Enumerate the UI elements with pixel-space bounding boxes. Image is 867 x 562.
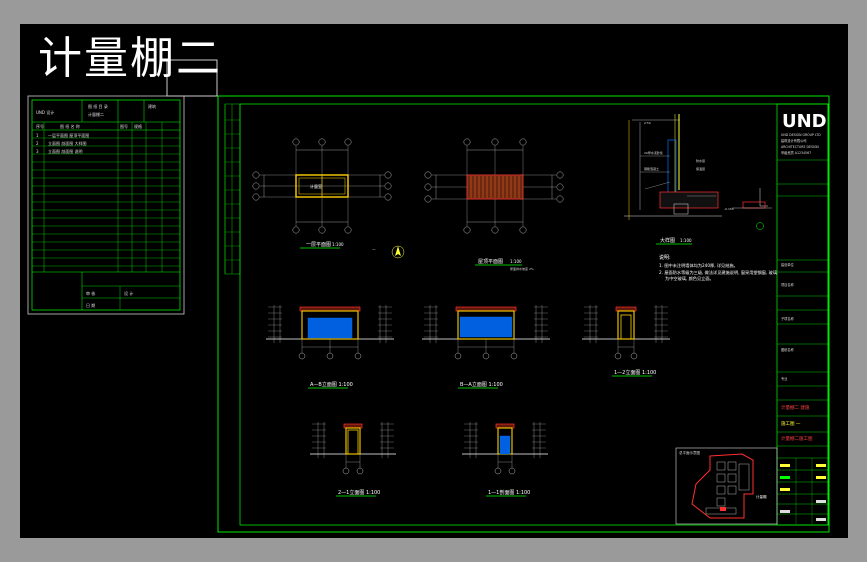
- svg-text:计量棚二: 计量棚二: [88, 111, 104, 117]
- elevation-b: B—A立面图 1:100: [422, 305, 550, 389]
- svg-text:子项名称: 子项名称: [781, 316, 795, 321]
- svg-text:—: —: [372, 247, 376, 251]
- plan1-label: 一层平面图: [306, 242, 331, 248]
- key-plan: 总平面示意图 计量棚: [675, 447, 778, 525]
- svg-text:防水层: 防水层: [696, 158, 705, 163]
- svg-text:1. 图中未注明墙体均为240厚, 详见结施。: 1. 图中未注明墙体均为240厚, 详见结施。: [659, 262, 738, 269]
- svg-text:-0.150: -0.150: [724, 207, 734, 211]
- svg-text:钢筋混凝土: 钢筋混凝土: [644, 166, 659, 171]
- svg-text:20厚水泥砂浆: 20厚水泥砂浆: [644, 150, 663, 155]
- svg-text:UND 设计: UND 设计: [36, 109, 54, 115]
- svg-text:1:100: 1:100: [332, 242, 344, 247]
- svg-text:UND DESIGN GROUP LTD: UND DESIGN GROUP LTD: [781, 133, 821, 137]
- title-block: UND UND DESIGN GROUP LTD 建筑设计有限公司 ARCHIT…: [776, 103, 829, 526]
- svg-text:1:100: 1:100: [680, 238, 692, 243]
- elevation-a: A—B立面图 1:100: [266, 305, 394, 389]
- svg-text:设 计: 设 计: [124, 290, 133, 296]
- detail-section: 大样图 1:100 2:50 20厚水泥砂浆 钢筋混凝土 防水层 保温层 -0.…: [624, 114, 777, 282]
- svg-text:计量室: 计量室: [310, 183, 322, 189]
- svg-text:图号: 图号: [120, 123, 128, 129]
- svg-text:甲级资质 A1234567: 甲级资质 A1234567: [781, 150, 811, 155]
- svg-text:3: 3: [36, 149, 39, 154]
- plan-2: 屋顶平面图 1:100 屋面排水坡度 2%: [424, 138, 564, 271]
- svg-text:立面图 剖面图 大样图: 立面图 剖面图 大样图: [48, 140, 87, 146]
- title-box: [166, 59, 218, 97]
- svg-text:2:50: 2:50: [644, 121, 651, 125]
- detail-label: 大样图: [660, 237, 675, 244]
- svg-text:1:100: 1:100: [510, 259, 522, 264]
- svg-text:专业: 专业: [781, 376, 787, 381]
- svg-text:1—2立面图 1:100: 1—2立面图 1:100: [614, 369, 656, 376]
- plan-1: 计量室 一层平面图 1:100 —: [252, 138, 405, 259]
- svg-text:规格: 规格: [134, 123, 142, 129]
- svg-text:1—1剖面图 1:100: 1—1剖面图 1:100: [488, 489, 530, 496]
- svg-text:一层平面图 屋顶平面图: 一层平面图 屋顶平面图: [48, 132, 89, 138]
- svg-text:施工图 一: 施工图 一: [781, 420, 801, 427]
- elevation-e: 1—1剖面图 1:100: [462, 422, 548, 497]
- svg-text:A—B立面图 1:100: A—B立面图 1:100: [310, 381, 353, 388]
- svg-text:2: 2: [36, 141, 39, 146]
- svg-text:审 核: 审 核: [86, 290, 95, 296]
- svg-text:2. 屋面防水等级为三级, 做法详见建施说明, 窗采用塑钢窗: 2. 屋面防水等级为三级, 做法详见建施说明, 窗采用塑钢窗, 玻璃: [659, 269, 777, 276]
- svg-text:屋面排水坡度 2%: 屋面排水坡度 2%: [510, 266, 534, 271]
- svg-text:项目名称: 项目名称: [781, 282, 795, 287]
- svg-text:序号: 序号: [36, 123, 44, 129]
- svg-text:保温层: 保温层: [696, 166, 705, 171]
- svg-text:ARCHITECTURE DESIGN: ARCHITECTURE DESIGN: [781, 145, 819, 149]
- elevation-d: 2—1立面图 1:100: [310, 422, 396, 497]
- svg-text:建设单位: 建设单位: [781, 262, 795, 267]
- svg-text:图 纸 目 录: 图 纸 目 录: [88, 103, 108, 109]
- svg-text:2—1立面图 1:100: 2—1立面图 1:100: [338, 489, 380, 496]
- svg-text:总平面示意图: 总平面示意图: [679, 450, 700, 455]
- svg-text:图 纸 名 称: 图 纸 名 称: [60, 123, 80, 129]
- svg-text:B—A立面图 1:100: B—A立面图 1:100: [460, 381, 503, 388]
- cad-drawing: UND 设计 图 纸 目 录 计量棚二 建筑 序号 图 纸 名 称 图号 规格 …: [27, 59, 830, 533]
- svg-text:计量棚: 计量棚: [756, 494, 767, 499]
- index-sheet: UND 设计 图 纸 目 录 计量棚二 建筑 序号 图 纸 名 称 图号 规格 …: [27, 95, 185, 315]
- svg-text:日 期: 日 期: [86, 302, 95, 308]
- plan2-label: 屋顶平面图: [478, 259, 503, 265]
- logo-text: UND: [782, 111, 827, 132]
- svg-text:计量棚二 建施: 计量棚二 建施: [781, 404, 810, 411]
- svg-text:为中空玻璃, 颜色见立面。: 为中空玻璃, 颜色见立面。: [665, 275, 714, 282]
- svg-text:建筑设计有限公司: 建筑设计有限公司: [781, 138, 807, 143]
- svg-text:图纸名称: 图纸名称: [781, 347, 795, 352]
- drawing-canvas[interactable]: 计量棚二 UND 设计 图 纸 目 录 计量棚二 建筑 序号 图 纸 名 称 图…: [20, 24, 848, 538]
- svg-text:立面图 剖面图 说明: 立面图 剖面图 说明: [48, 148, 83, 154]
- svg-text:建筑: 建筑: [148, 103, 156, 109]
- notes-heading: 说明:: [659, 254, 671, 261]
- svg-text:1: 1: [36, 133, 39, 138]
- elevation-c: 1—2立面图 1:100: [582, 305, 670, 377]
- svg-text:计量棚二施工图: 计量棚二施工图: [781, 435, 813, 442]
